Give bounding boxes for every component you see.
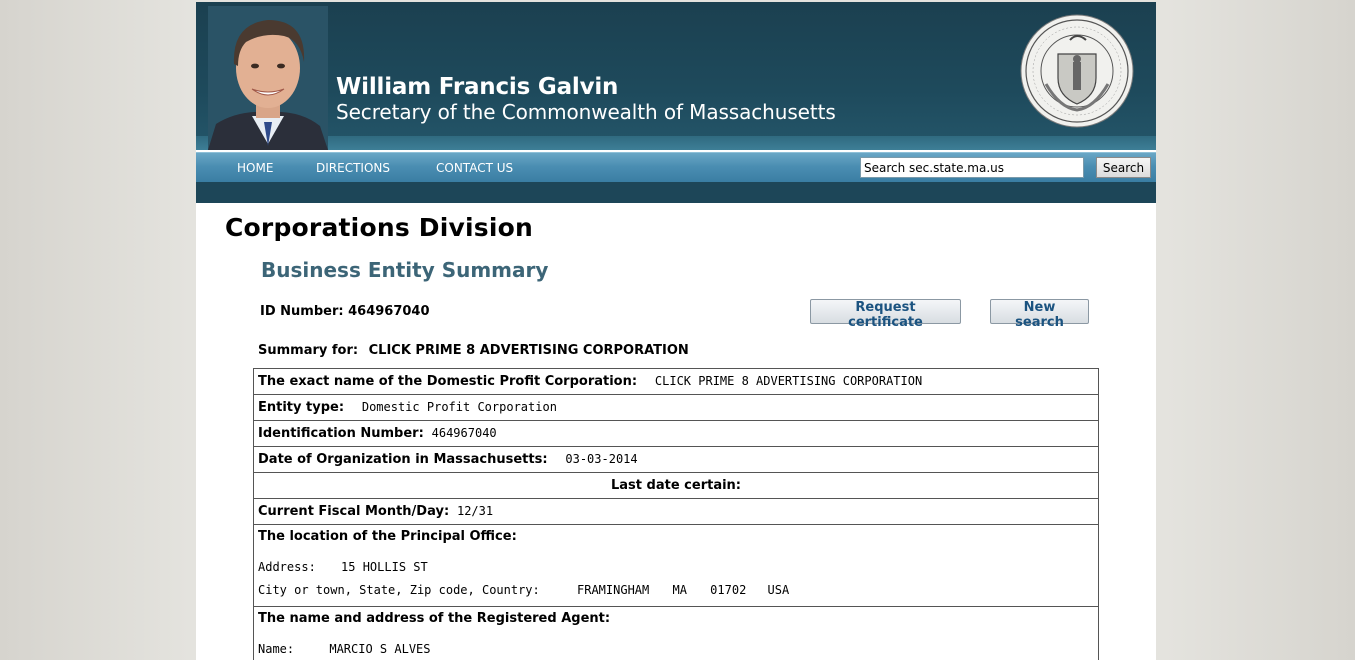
registered-agent-label: The name and address of the Registered A… <box>258 611 611 626</box>
city-value: FRAMINGHAM <box>577 583 650 597</box>
identification-label: Identification Number: <box>258 426 424 441</box>
fiscal-month-day-value: 12/31 <box>456 504 494 518</box>
entity-type-value: Domestic Profit Corporation <box>361 400 557 414</box>
table-row: Current Fiscal Month/Day: 12/31 <box>253 498 1099 525</box>
fiscal-month-day-label: Current Fiscal Month/Day: <box>258 504 450 519</box>
address-value: 15 HOLLIS ST <box>341 560 428 574</box>
entity-details-table: The exact name of the Domestic Profit Co… <box>253 368 1099 660</box>
header-banner: William Francis Galvin Secretary of the … <box>196 2 1156 150</box>
agent-name-label: Name: <box>258 642 295 656</box>
site-search-input[interactable] <box>860 157 1084 178</box>
zip-value: 01702 <box>710 583 747 597</box>
address-label: Address: <box>258 560 316 574</box>
secretary-portrait <box>208 6 328 150</box>
agent-name-value: MARCIO S ALVES <box>329 642 431 656</box>
last-date-certain-label: Last date certain: <box>611 478 741 493</box>
table-row: Entity type: Domestic Profit Corporation <box>253 394 1099 421</box>
principal-address-row: Address: 15 HOLLIS ST <box>258 560 1094 574</box>
table-row: Last date certain: <box>253 472 1099 499</box>
identification-value: 464967040 <box>431 426 497 440</box>
top-navigation: HOME DIRECTIONS CONTACT US Search <box>196 152 1156 182</box>
table-cell: The name and address of the Registered A… <box>253 606 1099 660</box>
organization-date-label: Date of Organization in Massachusetts: <box>258 452 548 467</box>
id-number-line: ID Number: 464967040 <box>260 304 430 319</box>
agent-name-row: Name: MARCIO S ALVES <box>258 642 1094 656</box>
id-number-label: ID Number: <box>260 304 344 319</box>
table-cell: The location of the Principal Office: Ad… <box>253 524 1099 607</box>
nav-contact-us-link[interactable]: CONTACT US <box>436 161 513 175</box>
summary-for-value: CLICK PRIME 8 ADVERTISING CORPORATION <box>368 343 689 358</box>
table-row: Identification Number: 464967040 <box>253 420 1099 447</box>
id-number-value: 464967040 <box>348 304 430 319</box>
massachusetts-seal-logo <box>1020 14 1134 128</box>
exact-name-label: The exact name of the Domestic Profit Co… <box>258 374 638 389</box>
request-certificate-button[interactable]: Request certificate <box>810 299 961 330</box>
entity-type-label: Entity type: <box>258 400 345 415</box>
state-value: MA <box>672 583 687 597</box>
table-cell: Last date certain: <box>253 472 1099 499</box>
summary-for-label: Summary for: <box>258 343 359 358</box>
new-search-button[interactable]: New search <box>990 299 1089 330</box>
table-row: The name and address of the Registered A… <box>253 606 1099 660</box>
principal-city-row: City or town, State, Zip code, Country: … <box>258 583 1094 597</box>
secretary-title: Secretary of the Commonwealth of Massach… <box>336 100 836 124</box>
page-title: Business Entity Summary <box>261 258 549 282</box>
table-row: The exact name of the Domestic Profit Co… <box>253 368 1099 395</box>
table-row: Date of Organization in Massachusetts: 0… <box>253 446 1099 473</box>
principal-office-label: The location of the Principal Office: <box>258 529 517 544</box>
country-value: USA <box>767 583 790 597</box>
table-cell: Entity type: Domestic Profit Corporation <box>253 394 1099 421</box>
summary-for-line: Summary for: CLICK PRIME 8 ADVERTISING C… <box>258 343 689 358</box>
exact-name-value: CLICK PRIME 8 ADVERTISING CORPORATION <box>654 374 923 388</box>
table-cell: The exact name of the Domestic Profit Co… <box>253 368 1099 395</box>
search-button[interactable]: Search <box>1096 157 1151 178</box>
table-row: The location of the Principal Office: Ad… <box>253 524 1099 607</box>
table-cell: Date of Organization in Massachusetts: 0… <box>253 446 1099 473</box>
header-bottom-bar <box>196 182 1156 203</box>
division-title: Corporations Division <box>225 213 534 242</box>
secretary-name: William Francis Galvin <box>336 74 619 100</box>
page-container: William Francis Galvin Secretary of the … <box>196 2 1156 660</box>
table-cell: Identification Number: 464967040 <box>253 420 1099 447</box>
nav-home-link[interactable]: HOME <box>237 161 273 175</box>
nav-directions-link[interactable]: DIRECTIONS <box>316 161 390 175</box>
city-state-zip-label: City or town, State, Zip code, Country: <box>258 583 540 597</box>
banner-stripe <box>196 136 1156 150</box>
table-cell: Current Fiscal Month/Day: 12/31 <box>253 498 1099 525</box>
organization-date-value: 03-03-2014 <box>565 452 638 466</box>
